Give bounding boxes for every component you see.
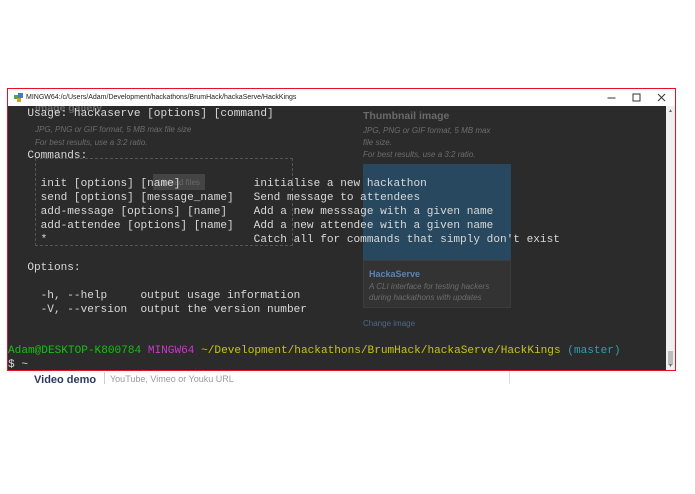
terminal-line: init [options] [name] initialise a new h…: [14, 178, 427, 190]
minimize-icon[interactable]: [599, 89, 623, 106]
close-icon[interactable]: [649, 89, 673, 106]
ghost-thumb-ratio: For best results, use a 3:2 ratio.: [363, 150, 476, 159]
window-title: MINGW64:/c/Users/Adam/Development/hackat…: [26, 94, 297, 101]
ghost-app-desc-2: during hackathons with updates: [369, 293, 482, 302]
ghost-thumbnail-heading: Thumbnail image: [363, 110, 450, 122]
ghost-change-image-link: Change image: [363, 319, 416, 328]
terminal-line: add-message [options] [name] Add a new m…: [14, 206, 494, 218]
terminal-line: send [options] [message_name] Send messa…: [14, 192, 421, 204]
terminal-scrollbar[interactable]: ▲ ▼: [666, 106, 675, 370]
terminal-line: Usage: hackaserve [options] [command]: [14, 108, 274, 120]
terminal-line: Options:: [14, 262, 81, 274]
field-border: [509, 370, 510, 384]
video-url-input[interactable]: YouTube, Vimeo or Youku URL: [110, 374, 234, 384]
ghost-gallery-format: JPG, PNG or GIF format, 5 MB max file si…: [35, 125, 192, 134]
terminal-line: * Catch all for commands that simply don…: [14, 234, 560, 246]
shell-prompt: Adam@DESKTOP-K800784 MINGW64 ~/Developme…: [8, 344, 621, 358]
mingw-terminal-icon: [12, 92, 24, 104]
scroll-down-icon[interactable]: ▼: [666, 361, 675, 370]
command-input-line[interactable]: $ ~: [8, 358, 28, 370]
terminal-line: -h, --help output usage information: [14, 290, 301, 302]
video-demo-row: Video demo: [34, 373, 96, 387]
terminal-line: Commands:: [14, 150, 88, 162]
terminal-line: -V, --version output the version number: [14, 304, 307, 316]
ghost-app-desc: A CLI interface for testing hackers: [369, 282, 490, 291]
scroll-up-icon[interactable]: ▲: [666, 106, 675, 115]
prompt-path: ~/Development/hackathons/BrumHack/hackaS…: [201, 345, 561, 357]
maximize-icon[interactable]: [624, 89, 648, 106]
prompt-branch: (master): [567, 345, 621, 357]
ghost-app-name: HackaServe: [369, 269, 421, 279]
terminal-window[interactable]: MINGW64:/c/Users/Adam/Development/hackat…: [7, 88, 676, 371]
prompt-user-host: Adam@DESKTOP-K800784: [8, 345, 142, 357]
ghost-thumb-format-2: file size.: [363, 138, 392, 147]
ghost-card-body: [363, 260, 511, 308]
window-titlebar[interactable]: MINGW64:/c/Users/Adam/Development/hackat…: [8, 89, 675, 106]
ghost-gallery-ratio: For best results, use a 3:2 ratio.: [35, 138, 148, 147]
video-demo-label: Video demo: [34, 374, 97, 386]
ghost-thumb-format: JPG, PNG or GIF format, 5 MB max: [363, 126, 491, 135]
video-divider: [104, 372, 105, 384]
prompt-env: MINGW64: [147, 345, 195, 357]
terminal-line: add-attendee [options] [name] Add a new …: [14, 220, 494, 232]
terminal-output[interactable]: Image gallery JPG, PNG or GIF format, 5 …: [8, 106, 666, 370]
